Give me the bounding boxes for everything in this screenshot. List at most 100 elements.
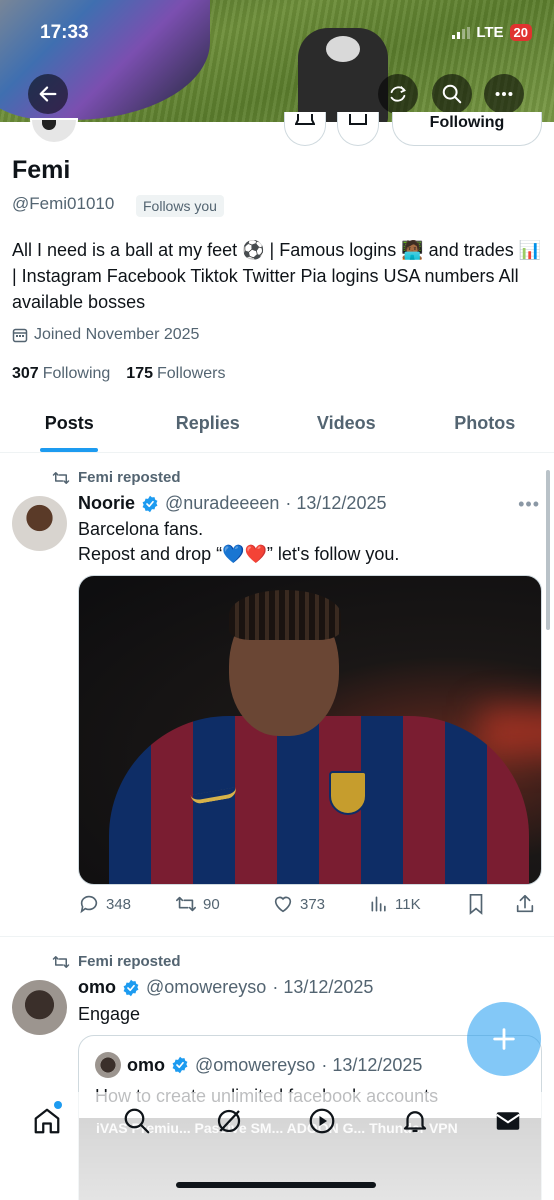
joined-label: Joined November 2025 [34, 326, 200, 343]
quoted-post-author: omo [127, 1054, 165, 1075]
search-button[interactable] [432, 74, 472, 114]
repost-icon [52, 471, 70, 484]
post-more-button[interactable]: ••• [518, 494, 540, 515]
repost-icon [176, 896, 196, 912]
signal-icon [452, 26, 471, 39]
post-handle[interactable]: @nuradeeeen [165, 493, 279, 514]
tab-replies[interactable]: Replies [139, 398, 278, 452]
profile-name: Femi [12, 156, 71, 184]
post-avatar[interactable] [12, 496, 67, 551]
share-button[interactable] [514, 893, 536, 915]
verified-badge-icon [142, 495, 158, 512]
view-count: 11K [395, 895, 421, 913]
post-date: · 13/12/2025 [285, 493, 387, 513]
share-icon [516, 894, 534, 913]
post-header: Noorie @nuradeeeen · 13/12/2025 [78, 493, 386, 514]
refresh-button[interactable] [378, 74, 418, 114]
back-button[interactable] [28, 74, 68, 114]
quoted-post-header: omo @omowereyso · 13/12/2025 [95, 1052, 422, 1078]
followers-count-label: Followers [157, 365, 226, 382]
post-text-line2: Repost and drop “💙❤️” let's follow you. [78, 544, 400, 564]
arrow-left-icon [39, 86, 57, 102]
followers-count-link[interactable]: 175 Followers [126, 365, 225, 383]
post-text-line1: Barcelona fans. [78, 519, 204, 539]
reply-button[interactable]: 348 [78, 893, 175, 915]
envelope-icon [496, 1112, 520, 1130]
more-horizontal-icon [495, 91, 513, 97]
scrollbar[interactable] [546, 470, 550, 630]
calendar-icon [12, 328, 28, 343]
bell-icon [403, 1111, 427, 1133]
profile-banner [0, 0, 554, 122]
nav-search[interactable] [122, 1106, 152, 1136]
post-handle[interactable]: @omowereyso [146, 977, 266, 998]
refresh-icon [390, 86, 406, 102]
nav-grok[interactable] [214, 1106, 244, 1136]
search-icon [124, 1108, 150, 1134]
post-divider [0, 936, 554, 937]
tab-photos[interactable]: Photos [416, 398, 554, 452]
repost-indicator: Femi reposted [52, 953, 181, 970]
verified-badge-icon [123, 979, 139, 996]
more-options-button[interactable] [484, 74, 524, 114]
follows-you-badge: Follows you [136, 195, 224, 217]
post-author[interactable]: Noorie [78, 493, 135, 514]
search-icon [442, 84, 462, 104]
following-button-label: Following [429, 114, 505, 131]
home-notification-dot [54, 1101, 62, 1109]
bell-icon [295, 114, 315, 125]
post-header: omo @omowereyso · 13/12/2025 [78, 977, 373, 998]
reply-count: 348 [106, 895, 132, 913]
home-indicator [176, 1182, 376, 1188]
nav-home[interactable] [32, 1106, 62, 1136]
tab-videos[interactable]: Videos [277, 398, 416, 452]
home-icon [34, 1108, 60, 1134]
repost-indicator: Femi reposted [52, 469, 181, 486]
status-indicators: LTE 20 [452, 24, 532, 41]
like-button[interactable]: 373 [272, 893, 369, 915]
quoted-post-date: · 13/12/2025 [321, 1054, 423, 1075]
following-count: 307 [12, 365, 39, 382]
post-author[interactable]: omo [78, 977, 116, 998]
post-media-image[interactable] [78, 575, 542, 885]
repost-icon [52, 955, 70, 968]
nav-messages[interactable] [493, 1106, 523, 1136]
profile-handle: @Femi01010 [12, 194, 115, 213]
repost-label: Femi reposted [78, 953, 181, 970]
heart-icon [274, 896, 292, 913]
envelope-icon [349, 114, 367, 125]
battery-indicator: 20 [509, 24, 532, 41]
profile-avatar[interactable] [30, 118, 78, 144]
joined-date: Joined November 2025 [12, 326, 199, 344]
repost-label: Femi reposted [78, 469, 181, 486]
post-avatar[interactable] [12, 980, 67, 1035]
network-label: LTE [476, 24, 504, 41]
followers-count: 175 [126, 365, 153, 382]
bookmark-icon [469, 894, 483, 915]
plus-icon [493, 1028, 515, 1050]
notify-button[interactable] [284, 112, 326, 146]
following-count-link[interactable]: 307 Following [12, 365, 110, 383]
verified-badge-icon [172, 1056, 188, 1074]
grok-icon [217, 1109, 241, 1133]
following-count-label: Following [42, 365, 111, 382]
views-button[interactable]: 11K [369, 894, 466, 914]
post-actions: 348 90 373 11K [78, 893, 542, 915]
follow-counts: 307 Following 175 Followers [12, 365, 225, 383]
play-icon [309, 1108, 335, 1134]
following-button[interactable]: Following [392, 112, 542, 146]
quoted-post-handle: @omowereyso [195, 1054, 316, 1075]
message-button[interactable] [337, 112, 379, 146]
like-count: 373 [300, 895, 326, 913]
tab-posts[interactable]: Posts [0, 398, 139, 452]
repost-count: 90 [203, 895, 220, 913]
nav-videos[interactable] [307, 1106, 337, 1136]
nav-notifications[interactable] [400, 1106, 430, 1136]
post-text-line1: Engage [78, 1004, 141, 1024]
profile-bio: All I need is a ball at my feet ⚽ | Famo… [12, 240, 542, 312]
bookmark-button[interactable] [466, 893, 514, 915]
analytics-icon [371, 896, 386, 912]
repost-button[interactable]: 90 [175, 893, 272, 915]
compose-button[interactable] [467, 1002, 541, 1076]
profile-tabs: Posts Replies Videos Photos [0, 398, 554, 453]
